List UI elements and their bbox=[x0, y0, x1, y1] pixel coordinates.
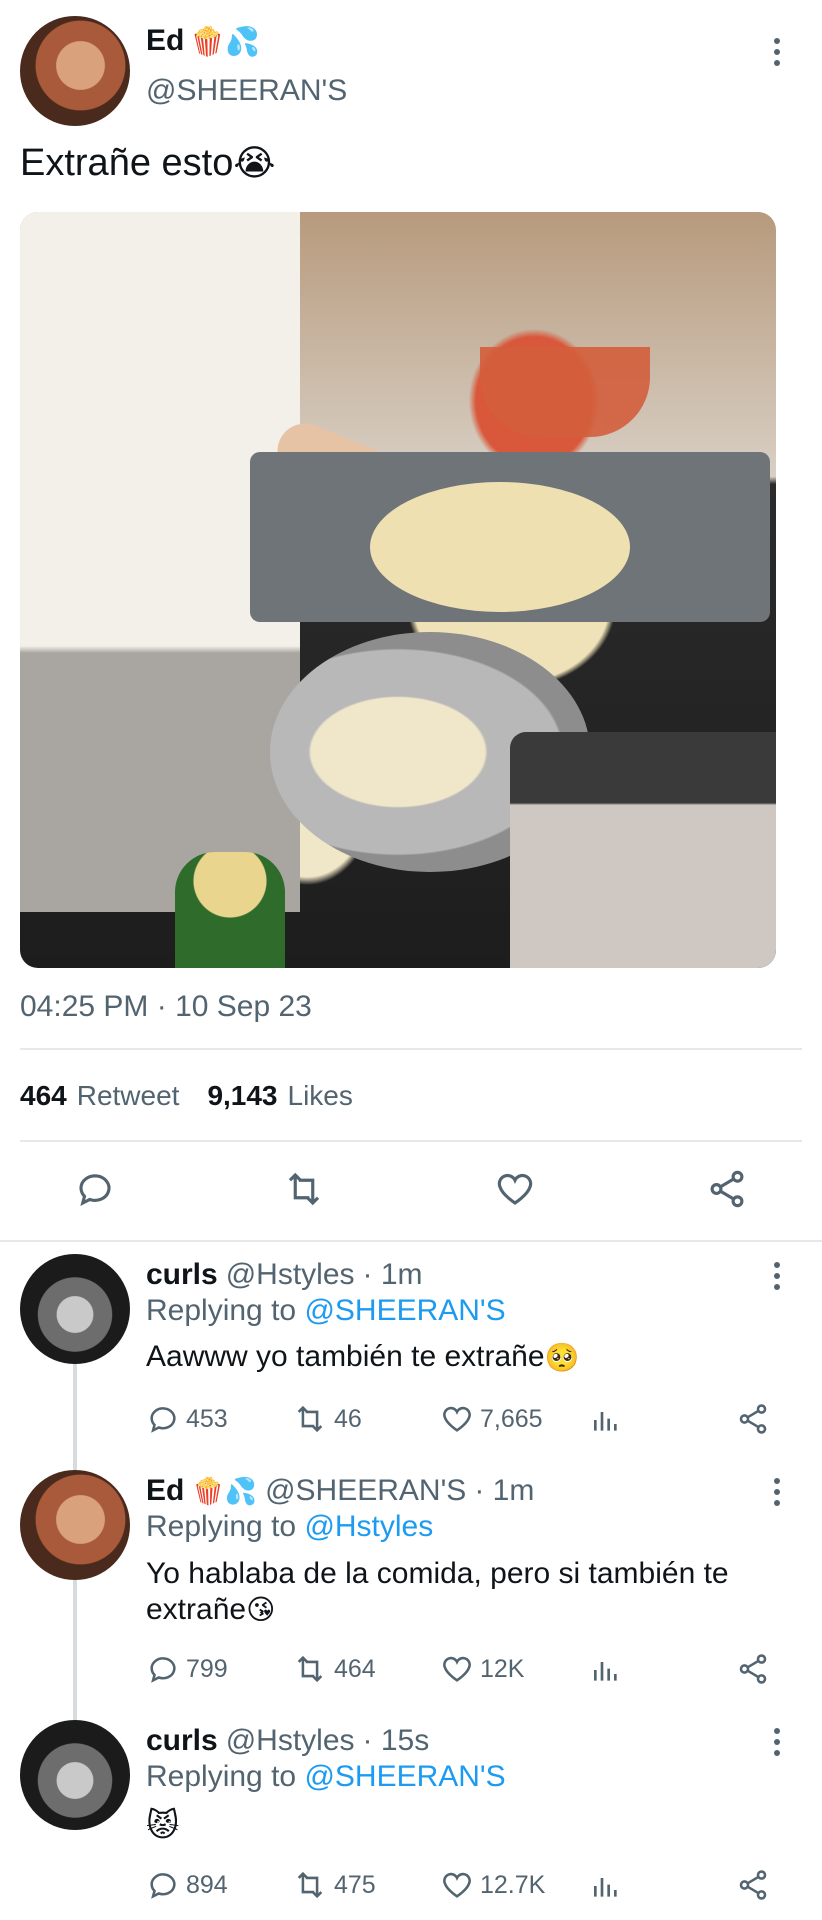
retweet-icon bbox=[297, 1871, 323, 1899]
retweet-label[interactable]: Retweet bbox=[77, 1080, 180, 1112]
reply-icon bbox=[150, 1657, 176, 1683]
reply-retweet-count: 46 bbox=[334, 1404, 362, 1433]
reply-text: Aawww yo también te extrañe bbox=[146, 1340, 545, 1373]
reply-icon bbox=[150, 1873, 176, 1899]
analytics-icon[interactable] bbox=[590, 1654, 622, 1686]
replying-to-link[interactable]: @Hstyles bbox=[304, 1510, 433, 1543]
tweet-photo[interactable] bbox=[20, 212, 776, 968]
retweet-icon bbox=[297, 1655, 323, 1683]
replying-to-label: Replying to bbox=[146, 1510, 297, 1543]
reply-time: · 1m bbox=[474, 1474, 535, 1507]
share-icon[interactable] bbox=[736, 1652, 770, 1686]
share-icon[interactable] bbox=[736, 1402, 770, 1436]
reply-text-line-2: extrañe bbox=[146, 1593, 247, 1626]
reply-comment-button[interactable]: 453 bbox=[146, 1402, 228, 1436]
reply-author-name[interactable]: curls bbox=[146, 1724, 218, 1758]
retweet-count[interactable]: 464 bbox=[20, 1080, 67, 1112]
like-icon bbox=[443, 1406, 471, 1432]
reply-like-button[interactable]: 12K bbox=[440, 1652, 524, 1686]
likes-label[interactable]: Likes bbox=[288, 1080, 353, 1112]
retweet-icon[interactable] bbox=[282, 1168, 326, 1210]
reply-icon bbox=[150, 1407, 176, 1433]
analytics-icon[interactable] bbox=[590, 1404, 622, 1436]
reply-author-handle[interactable]: @Hstyles bbox=[226, 1258, 355, 1292]
reply-comment-button[interactable]: 894 bbox=[146, 1868, 228, 1902]
reply-retweet-count: 475 bbox=[334, 1870, 376, 1899]
photo-dough-shape bbox=[370, 482, 630, 612]
share-icon[interactable] bbox=[736, 1868, 770, 1902]
reply-author-name[interactable]: curls bbox=[146, 1258, 218, 1292]
reply-comment-count: 894 bbox=[186, 1870, 228, 1899]
reply-avatar[interactable] bbox=[20, 1720, 130, 1830]
reply-retweet-button[interactable]: 464 bbox=[292, 1652, 376, 1686]
tweet-text-emoji: 😭 bbox=[233, 143, 276, 184]
more-options-icon[interactable] bbox=[773, 1262, 781, 1290]
reply-like-count: 12.7K bbox=[480, 1870, 546, 1899]
reply-text-emoji: 😘 bbox=[246, 1593, 276, 1626]
replying-to-label: Replying to bbox=[146, 1760, 297, 1793]
reply-like-count: 12K bbox=[480, 1654, 525, 1683]
reply-like-button[interactable]: 7,665 bbox=[440, 1402, 543, 1436]
tweet-text: Extrañe esto bbox=[20, 142, 234, 184]
reply-retweet-button[interactable]: 46 bbox=[292, 1402, 362, 1436]
reply-time: · 1m bbox=[362, 1258, 423, 1291]
share-icon[interactable] bbox=[706, 1168, 748, 1210]
replying-to-link[interactable]: @SHEERAN'S bbox=[304, 1294, 505, 1327]
author-name-emojis: 🍿💦 bbox=[190, 24, 261, 58]
replying-to-link[interactable]: @SHEERAN'S bbox=[304, 1760, 505, 1793]
reply-author-handle[interactable]: @Hstyles bbox=[226, 1724, 355, 1758]
divider bbox=[20, 1140, 802, 1142]
reply-comment-count: 799 bbox=[186, 1654, 228, 1683]
more-options-icon[interactable] bbox=[773, 38, 781, 66]
reply-text-line-1: Yo hablaba de la comida, pero si también… bbox=[146, 1557, 729, 1590]
tweet-timestamp[interactable]: 04:25 PM · 10 Sep 23 bbox=[20, 990, 312, 1024]
reply-icon[interactable] bbox=[74, 1168, 116, 1210]
reply-like-button[interactable]: 12.7K bbox=[440, 1868, 545, 1902]
reply-avatar[interactable] bbox=[20, 1470, 130, 1580]
author-handle[interactable]: @SHEERAN'S bbox=[146, 74, 347, 108]
analytics-icon[interactable] bbox=[590, 1870, 622, 1902]
author-name[interactable]: Ed bbox=[146, 24, 184, 58]
reply-comment-button[interactable]: 799 bbox=[146, 1652, 228, 1686]
replying-to-label: Replying to bbox=[146, 1294, 297, 1327]
retweet-icon bbox=[297, 1405, 323, 1433]
photo-machine-shape bbox=[510, 732, 776, 968]
reply-time: · 15s bbox=[362, 1724, 430, 1757]
reply-text-emoji: 🥺 bbox=[544, 1340, 580, 1374]
like-icon bbox=[443, 1872, 471, 1898]
reply-avatar[interactable] bbox=[20, 1254, 130, 1364]
photo-bottle-shape bbox=[175, 852, 285, 968]
photo-sauce-bowl-shape bbox=[480, 347, 650, 437]
reply-author-name[interactable]: Ed bbox=[146, 1474, 184, 1508]
divider bbox=[20, 1048, 802, 1050]
reply-text-emoji: 😾 bbox=[146, 1806, 180, 1844]
reply-retweet-button[interactable]: 475 bbox=[292, 1868, 376, 1902]
reply-like-count: 7,665 bbox=[480, 1404, 543, 1433]
divider bbox=[0, 1240, 822, 1242]
reply-author-name-emojis: 🍿💦 bbox=[192, 1477, 258, 1507]
like-icon[interactable] bbox=[494, 1168, 536, 1210]
more-options-icon[interactable] bbox=[773, 1478, 781, 1506]
reply-comment-count: 453 bbox=[186, 1404, 228, 1433]
author-avatar[interactable] bbox=[20, 16, 130, 126]
reply-author-handle[interactable]: @SHEERAN'S bbox=[265, 1474, 466, 1508]
likes-count[interactable]: 9,143 bbox=[207, 1080, 277, 1112]
more-options-icon[interactable] bbox=[773, 1728, 781, 1756]
like-icon bbox=[443, 1656, 471, 1682]
reply-retweet-count: 464 bbox=[334, 1654, 376, 1683]
